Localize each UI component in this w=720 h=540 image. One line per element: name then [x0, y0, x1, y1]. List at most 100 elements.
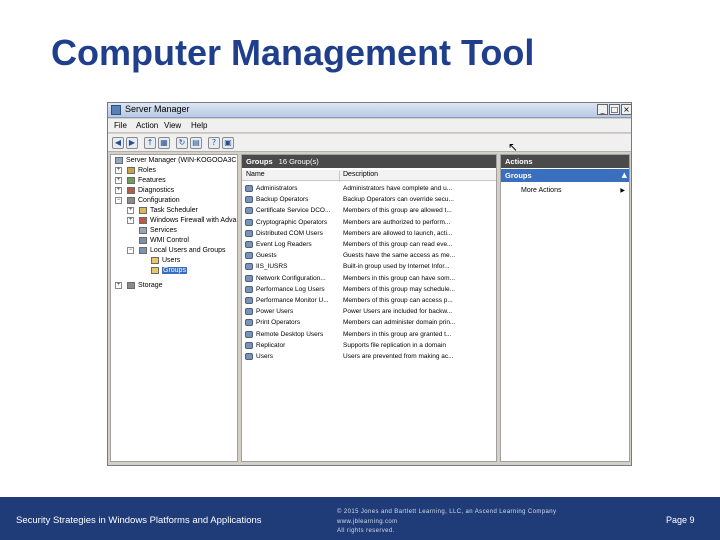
maximize-button[interactable]: □ — [609, 104, 620, 115]
groups-list-pane: Groups 16 Group(s) Name Description Admin… — [241, 154, 497, 462]
table-row[interactable]: Network Configuration... Members in this … — [242, 273, 496, 284]
menu-file[interactable]: File — [114, 121, 127, 130]
storage-icon — [127, 281, 135, 289]
navigation-tree: Server Manager (WIN-KOGOOA3C + Roles + F… — [110, 154, 238, 462]
table-row[interactable]: Backup Operators Backup Operators can ove… — [242, 194, 496, 205]
group-name: Performance Monitor U... — [256, 297, 329, 304]
group-icon — [245, 241, 253, 248]
table-row[interactable]: Administrators Administrators have comple… — [242, 183, 496, 194]
group-icon — [245, 218, 253, 226]
group-description: Members in this group can have som... — [343, 274, 455, 282]
actions-section-label: Groups — [505, 171, 532, 180]
roles-icon — [127, 166, 135, 174]
mouse-cursor-icon: ↖ — [508, 140, 519, 154]
actions-pane: Actions Groups ▲ More Actions ▶ — [500, 154, 630, 462]
expand-icon[interactable]: + — [115, 177, 122, 184]
table-row[interactable]: Remote Desktop Users Members in this grou… — [242, 329, 496, 340]
website-line: www.jblearning.com — [337, 518, 398, 525]
group-name: Performance Log Users — [256, 285, 325, 293]
table-row[interactable]: Event Log Readers Members of this group c… — [242, 239, 496, 250]
tree-item-local-users-and-groups[interactable]: − Local Users and Groups — [127, 246, 225, 256]
expand-icon[interactable]: + — [127, 207, 134, 214]
refresh-icon[interactable]: ↻ — [176, 137, 188, 149]
collapse-icon[interactable]: − — [115, 197, 122, 204]
table-row[interactable]: Print Operators Members can administer do… — [242, 317, 496, 328]
menu-action[interactable]: Action — [136, 121, 158, 130]
group-name: Distributed COM Users — [256, 229, 323, 237]
tree-item-server-manager[interactable]: Server Manager (WIN-KOGOOA3C — [115, 156, 236, 166]
window-titlebar[interactable]: Server Manager _ □ × — [108, 103, 632, 118]
tree-item-wmi-control[interactable]: WMI Control — [139, 236, 189, 246]
services-icon — [139, 226, 147, 234]
group-description: Users are prevented from making ac... — [343, 353, 454, 360]
tree-item-windows-firewall[interactable]: + Windows Firewall with Adva — [127, 216, 236, 226]
table-row[interactable]: Users Users are prevented from making ac.… — [242, 351, 496, 362]
tree-item-configuration[interactable]: − Configuration — [115, 196, 180, 206]
toolbar: ◀ ▶ ↑ ▦ ↻ ▤ ? ▣ — [108, 134, 631, 152]
table-row[interactable]: Power Users Power Users are included for … — [242, 306, 496, 317]
server-icon — [115, 156, 123, 164]
table-row[interactable]: Guests Guests have the same access as me.… — [242, 250, 496, 261]
groups-pane-title: Groups — [246, 157, 273, 166]
collapse-caret-icon[interactable]: ▲ — [622, 169, 627, 182]
group-icon — [245, 285, 253, 293]
group-description: Members are allowed to launch, acti... — [343, 229, 453, 237]
show-hide-tree-icon[interactable]: ▦ — [158, 137, 170, 149]
up-folder-icon[interactable]: ↑ — [144, 137, 156, 149]
group-icon — [245, 341, 253, 349]
tree-item-groups[interactable]: Groups — [151, 266, 187, 276]
group-count: 16 Group(s) — [278, 157, 319, 166]
column-divider[interactable] — [339, 171, 340, 182]
group-description: Members of this group can access p... — [343, 297, 453, 304]
group-description: Guests have the same access as me... — [343, 252, 455, 260]
tree-item-services[interactable]: Services — [139, 226, 177, 236]
task-scheduler-icon — [139, 206, 147, 214]
close-button[interactable]: × — [621, 104, 632, 115]
tree-item-diagnostics[interactable]: + Diagnostics — [115, 186, 174, 196]
column-header-description[interactable]: Description — [343, 171, 378, 178]
properties-icon[interactable]: ▣ — [222, 137, 234, 149]
expand-icon[interactable]: + — [115, 167, 122, 174]
slide-footer: Security Strategies in Windows Platforms… — [0, 497, 720, 540]
expand-icon[interactable]: + — [115, 187, 122, 194]
folder-icon — [151, 266, 159, 274]
group-name: Backup Operators — [256, 196, 309, 204]
tree-item-roles[interactable]: + Roles — [115, 166, 156, 176]
help-icon[interactable]: ? — [208, 137, 220, 149]
expand-icon[interactable]: + — [115, 282, 122, 289]
tree-item-storage[interactable]: + Storage — [115, 281, 163, 291]
tree-item-task-scheduler[interactable]: + Task Scheduler — [127, 206, 198, 216]
configuration-icon — [127, 196, 135, 204]
tree-item-users[interactable]: Users — [151, 256, 180, 266]
group-name: Replicator — [256, 341, 286, 349]
table-row[interactable]: Replicator Supports file replication in a… — [242, 340, 496, 351]
table-row[interactable]: Distributed COM Users Members are allowed… — [242, 228, 496, 239]
table-row[interactable]: IIS_IUSRS Built-in group used by Internet… — [242, 261, 496, 272]
column-header-name[interactable]: Name — [246, 171, 265, 178]
forward-arrow-icon[interactable]: ▶ — [126, 137, 138, 149]
copyright-notice: © 2015 Jones and Bartlett Learning, LLC,… — [337, 508, 556, 537]
group-description: Administrators have complete and u... — [343, 185, 453, 192]
table-row[interactable]: Performance Log Users Members of this gro… — [242, 284, 496, 295]
back-arrow-icon[interactable]: ◀ — [112, 137, 124, 149]
group-icon — [245, 308, 253, 316]
features-icon — [127, 176, 135, 184]
server-manager-icon — [111, 105, 121, 115]
group-name: IIS_IUSRS — [256, 263, 288, 271]
table-row[interactable]: Performance Monitor U... Members of this … — [242, 295, 496, 306]
group-name: Guests — [256, 252, 277, 260]
menu-help[interactable]: Help — [191, 121, 207, 130]
group-description: Members can administer domain prin... — [343, 319, 456, 327]
menu-bar: File Action View Help — [108, 119, 631, 133]
collapse-icon[interactable]: − — [127, 247, 134, 254]
tree-item-features[interactable]: + Features — [115, 176, 166, 186]
table-row[interactable]: Cryptographic Operators Members are autho… — [242, 217, 496, 228]
minimize-button[interactable]: _ — [597, 104, 608, 115]
actions-section-groups[interactable]: Groups ▲ — [501, 169, 629, 182]
more-actions-item[interactable]: More Actions ▶ — [501, 185, 629, 196]
expand-icon[interactable]: + — [127, 217, 134, 224]
export-list-icon[interactable]: ▤ — [190, 137, 202, 149]
menu-view[interactable]: View — [164, 121, 181, 130]
group-icon — [245, 185, 253, 192]
table-row[interactable]: Certificate Service DCO... Members of thi… — [242, 205, 496, 216]
